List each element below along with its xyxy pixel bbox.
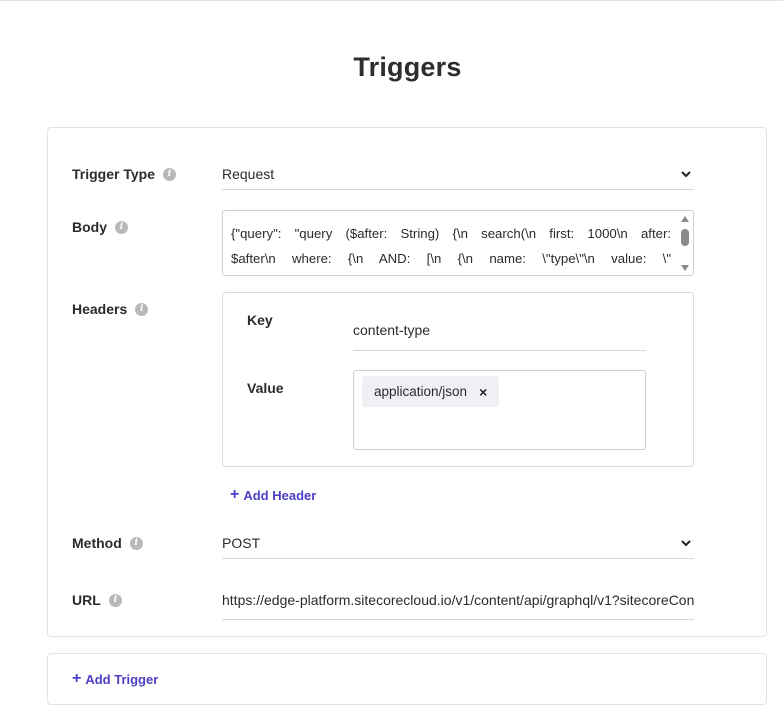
scroll-thumb[interactable] <box>681 229 689 246</box>
header-key-label: Key <box>247 312 273 328</box>
url-input[interactable]: https://edge-platform.sitecorecloud.io/v… <box>222 586 694 620</box>
scroll-down-icon[interactable] <box>681 265 689 271</box>
url-label-row: URL i <box>72 592 122 608</box>
body-textarea[interactable]: {"query": "query ($after: String) {\n se… <box>222 210 694 276</box>
info-icon[interactable]: i <box>162 167 176 181</box>
add-header-label: Add Header <box>243 487 317 503</box>
header-entry: Key content-type Value application/json … <box>222 292 694 467</box>
value-chip-label: application/json <box>374 384 468 399</box>
trigger-type-select[interactable]: Request <box>222 158 694 190</box>
headers-label-row: Headers i <box>72 301 149 317</box>
body-label: Body <box>72 219 107 235</box>
info-icon[interactable]: i <box>135 302 149 316</box>
trigger-type-label-row: Trigger Type i <box>72 166 176 182</box>
header-value-label: Value <box>247 380 284 396</box>
add-trigger-button[interactable]: + Add Trigger <box>72 671 158 687</box>
method-label-row: Method i <box>72 535 143 551</box>
add-header-button[interactable]: + Add Header <box>230 487 316 503</box>
chevron-down-icon <box>681 539 691 546</box>
plus-icon: + <box>72 670 82 687</box>
body-label-row: Body i <box>72 219 128 235</box>
value-chip: application/json × <box>362 376 500 407</box>
chevron-down-icon <box>681 170 691 177</box>
trigger-type-label: Trigger Type <box>72 166 155 182</box>
scroll-up-icon[interactable] <box>681 216 689 222</box>
info-icon[interactable]: i <box>115 220 128 234</box>
close-icon[interactable]: × <box>479 384 487 400</box>
method-value: POST <box>222 534 261 551</box>
trigger-card: Trigger Type i Request Body i {"query": … <box>47 127 767 637</box>
body-scrollbar[interactable] <box>678 212 692 274</box>
method-select[interactable]: POST <box>222 527 694 559</box>
info-icon[interactable]: i <box>108 593 122 607</box>
body-text: {"query": "query ($after: String) {\n se… <box>231 226 671 266</box>
header-key-input[interactable]: content-type <box>353 315 646 351</box>
plus-icon: + <box>230 486 240 503</box>
trigger-type-value: Request <box>222 165 275 182</box>
header-value-input[interactable]: application/json × <box>353 370 646 450</box>
method-label: Method <box>72 535 122 551</box>
url-label: URL <box>72 592 101 608</box>
add-trigger-card: + Add Trigger <box>47 653 767 705</box>
headers-label: Headers <box>72 301 128 317</box>
info-icon[interactable]: i <box>129 536 143 550</box>
add-trigger-label: Add Trigger <box>85 671 159 687</box>
page-title: Triggers <box>353 52 462 82</box>
top-divider <box>0 0 783 1</box>
